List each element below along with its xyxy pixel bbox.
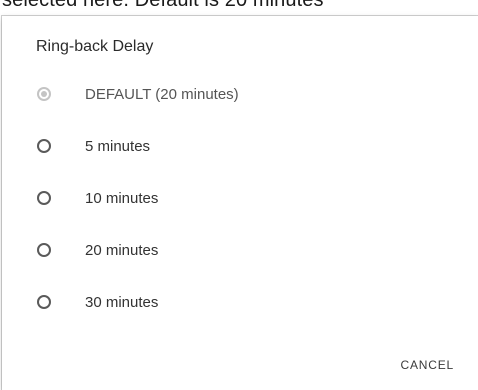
option-label: 5 minutes [85,138,151,155]
option-default[interactable]: DEFAULT (20 minutes) [2,74,478,118]
option-label: 30 minutes [85,294,159,311]
option-5-minutes[interactable]: 5 minutes [2,126,478,170]
option-label: 10 minutes [85,190,159,207]
dialog-actions: CANCEL [397,352,458,378]
ring-back-delay-dialog: Ring-back Delay DEFAULT (20 minutes) 5 m… [2,16,478,390]
radio-button-icon [37,243,51,257]
radio-button-icon [37,87,51,101]
background-caption-strip: selected here. Default is 20 minutes [0,0,478,16]
option-20-minutes[interactable]: 20 minutes [2,230,478,274]
background-caption-text: selected here. Default is 20 minutes [2,0,324,11]
dialog-title: Ring-back Delay [36,38,154,55]
option-label: 20 minutes [85,242,159,259]
option-label: DEFAULT (20 minutes) [85,86,239,103]
radio-button-icon [37,295,51,309]
cancel-button[interactable]: CANCEL [397,352,458,378]
radio-button-icon [37,139,51,153]
radio-button-icon [37,191,51,205]
option-30-minutes[interactable]: 30 minutes [2,282,478,326]
option-10-minutes[interactable]: 10 minutes [2,178,478,222]
